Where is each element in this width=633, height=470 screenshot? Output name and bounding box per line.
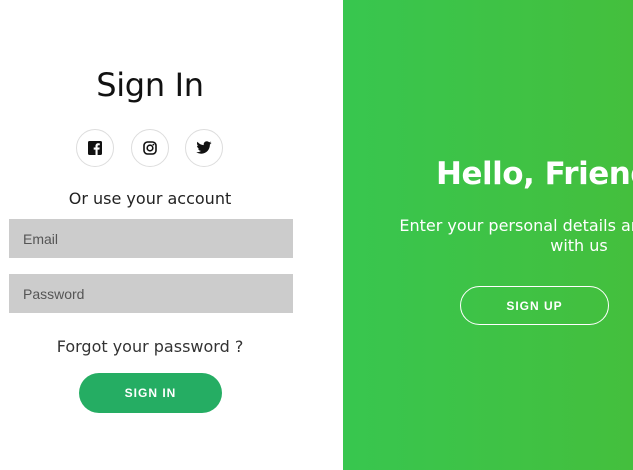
facebook-icon	[88, 141, 102, 155]
twitter-button[interactable]	[185, 129, 223, 167]
sign-in-button[interactable]: SIGN IN	[79, 373, 222, 413]
password-field[interactable]	[9, 274, 293, 313]
sign-up-button[interactable]: SIGN UP	[460, 286, 609, 325]
twitter-icon	[196, 141, 212, 155]
email-field[interactable]	[9, 219, 293, 258]
overlay-text: Enter your personal details and start jo…	[399, 216, 633, 255]
overlay-panel: Hello, Friend! Enter your personal detai…	[343, 0, 633, 470]
instagram-button[interactable]	[131, 129, 169, 167]
sign-in-panel: Sign In Or use your account Email Forgot…	[0, 0, 343, 470]
instagram-icon	[143, 141, 157, 155]
facebook-button[interactable]	[76, 129, 114, 167]
overlay-title: Hello, Friend!	[436, 156, 633, 192]
forgot-password-link[interactable]: Forgot your password ?	[0, 337, 300, 356]
page: Sign In Or use your account Email Forgot…	[0, 0, 633, 470]
sign-in-title: Sign In	[96, 66, 204, 104]
alt-sign-in-text: Or use your account	[68, 189, 232, 208]
